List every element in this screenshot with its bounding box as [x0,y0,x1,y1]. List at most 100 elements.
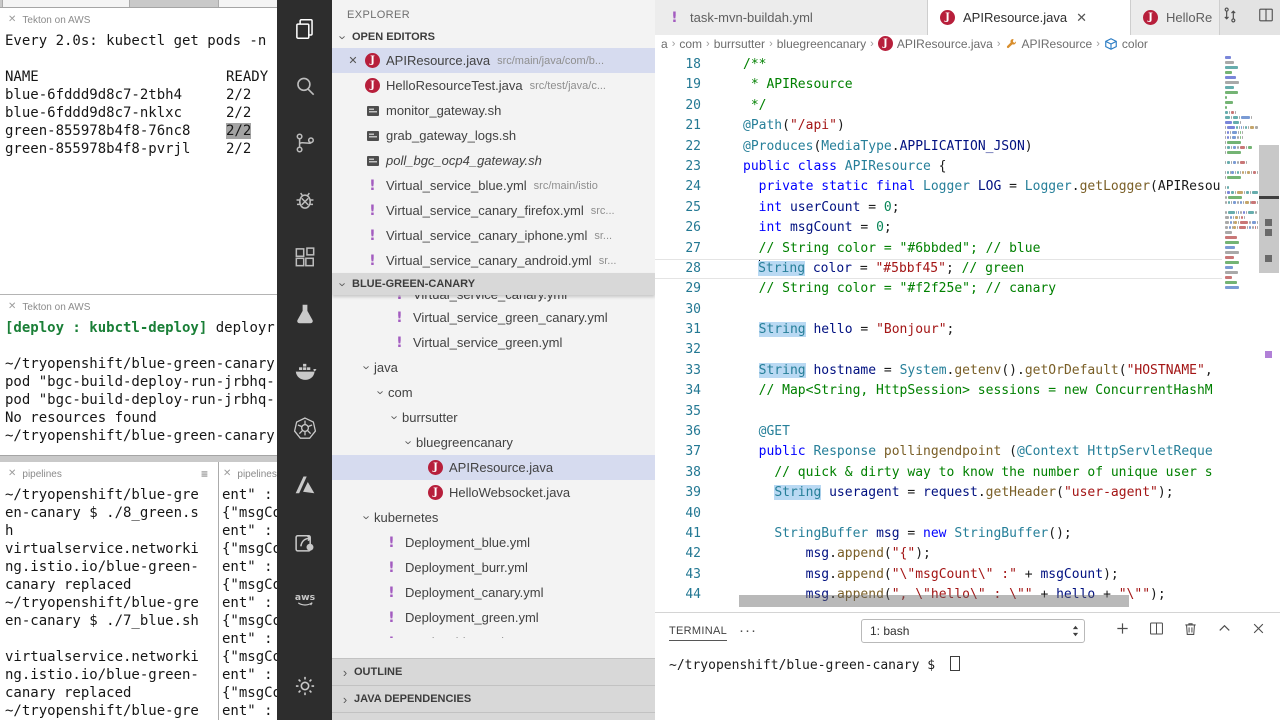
tree-item[interactable]: J HelloWebsocket.java [332,480,655,505]
tree-item[interactable]: › com [332,380,655,405]
tree-item[interactable]: !Service_blue.yml [332,630,655,639]
code-line[interactable]: 22 @Produces(MediaType.APPLICATION_JSON) [655,137,1222,157]
code-line[interactable]: 26 int msgCount = 0; [655,218,1222,238]
open-editor-item[interactable]: ✕ J APIResource.java src/main/java/com/b... [332,48,655,73]
breadcrumb-item[interactable]: bluegreencanary [777,37,866,51]
search-icon[interactable] [277,57,332,114]
code-line[interactable]: 18/** [655,55,1222,75]
code-line[interactable]: 34 // Map<String, HttpSession> sessions … [655,381,1222,401]
watch-pods-terminal[interactable]: ✕ Tekton on AWS Every 2.0s: kubectl get … [0,8,277,294]
deploy-log-terminal[interactable]: ✕ Tekton on AWS [deploy : kubctl-deploy]… [0,295,277,455]
tree-item[interactable]: ! Deployment_canary.yml [332,580,655,605]
aws-icon[interactable]: aws [277,570,332,627]
panel-more-icon[interactable]: ··· [739,622,757,639]
explorer-icon[interactable] [277,0,332,57]
kubernetes-icon[interactable] [277,399,332,456]
code-line[interactable]: 42 msg.append("{"); [655,544,1222,564]
close-icon[interactable]: ✕ [8,15,16,25]
open-editor-item[interactable]: monitor_gateway.sh [332,98,655,123]
code-line[interactable]: 19 * APIResource [655,75,1222,95]
terminal-window-tab[interactable] [218,0,279,7]
tree-item[interactable]: ! Deployment_blue.yml [332,530,655,555]
code-line[interactable]: 25 int userCount = 0; [655,198,1222,218]
tree-item[interactable]: ! Deployment_burr.yml [332,555,655,580]
minimap[interactable] [1222,52,1259,612]
terminal-panel-tab[interactable]: TERMINAL [669,625,728,641]
docker-icon[interactable] [277,342,332,399]
tree-item[interactable]: J APIResource.java [332,455,655,480]
kill-terminal-icon[interactable] [1181,619,1200,643]
code-line[interactable]: 29 // String color = "#f2f25e"; // canar… [655,279,1222,299]
tree-item[interactable]: ! Virtual_service_green_canary.yml [332,305,655,330]
split-terminal-icon[interactable] [1147,619,1166,643]
editor-tab[interactable]: ! task-mvn-buildah.yml [655,0,928,35]
code-line[interactable]: 27 // String color = "#6bbded"; // blue [655,239,1222,259]
terminal-window-tabbar[interactable] [0,0,279,8]
code-line[interactable]: 38 // quick & dirty way to know the numb… [655,463,1222,483]
code-line[interactable]: 28 String color = "#5bbf45"; // green [655,259,1222,279]
open-changes-icon[interactable] [1220,5,1240,30]
close-panel-icon[interactable] [1249,619,1268,643]
terminal-window-tab[interactable] [2,0,130,7]
close-icon[interactable]: ✕ [223,469,231,479]
open-editor-item[interactable]: ! Virtual_service_canary_firefox.yml src..… [332,198,655,223]
section-header-maven-projects[interactable]: ›MAVEN PROJECTS [332,712,655,720]
pipelines-terminal-left[interactable]: ✕ pipelines ≡ ~/tryopenshift/blue-gre en-… [0,462,218,720]
split-editor-icon[interactable] [1256,5,1276,30]
code-line[interactable]: 21 @Path("/api") [655,116,1222,136]
code-line[interactable]: 36 @GET [655,422,1222,442]
breadcrumb-item[interactable]: APIResource [1005,37,1092,51]
close-icon[interactable]: ✕ [8,302,16,312]
code-line[interactable]: 33 String hostname = System.getenv().get… [655,361,1222,381]
open-editor-item[interactable]: J HelloResourceTest.java src/test/java/c..… [332,73,655,98]
overview-ruler-scrollbar[interactable] [1258,52,1280,612]
code-lines[interactable]: 18/** 19 * APIResource 20 */21 @Path("/api"… [655,55,1222,606]
tree-item[interactable]: !Virtual_service_canary.yml [332,295,655,305]
code-editor[interactable]: 18/** 19 * APIResource 20 */21 @Path("/api"… [655,52,1280,612]
close-icon[interactable]: ✕ [1076,10,1087,26]
settings-gear-icon[interactable] [277,657,332,714]
open-editor-item[interactable]: poll_bgc_ocp4_gateway.sh [332,148,655,173]
breadcrumb-item[interactable]: burrsutter [714,37,765,51]
code-line[interactable]: 20 */ [655,96,1222,116]
extensions-icon[interactable] [277,228,332,285]
open-editor-item[interactable]: grab_gateway_logs.sh [332,123,655,148]
pipelines-terminal-right[interactable]: ✕ pipelines ent" : "{"msgCouent" : "{"ms… [219,462,277,720]
open-editors-section-header[interactable]: › OPEN EDITORS [332,26,655,48]
code-line[interactable]: 30 [655,300,1222,320]
breadcrumb-item[interactable]: color [1104,37,1148,51]
close-icon[interactable]: ✕ [345,54,361,67]
code-line[interactable]: 41 StringBuffer msg = new StringBuffer()… [655,524,1222,544]
deploy-share-icon[interactable] [277,513,332,570]
open-editor-item[interactable]: ! Virtual_service_canary_iphone.yml sr... [332,223,655,248]
open-editor-item[interactable]: ! Virtual_service_blue.yml src/main/istio [332,173,655,198]
tree-item[interactable]: › burrsutter [332,405,655,430]
debug-icon[interactable] [277,171,332,228]
shell-selector-dropdown[interactable]: 1: bash [861,618,1085,643]
horizontal-scrollbar[interactable] [701,595,1222,607]
close-icon[interactable]: ✕ [8,469,16,479]
editor-tab[interactable]: J APIResource.java ✕ [928,0,1131,35]
tree-item[interactable]: › bluegreencanary [332,430,655,455]
breadcrumb-item[interactable]: J APIResource.java [877,36,993,51]
code-line[interactable]: 39 String useragent = request.getHeader(… [655,483,1222,503]
section-header-java-dependencies[interactable]: › JAVA DEPENDENCIES [332,685,655,712]
breadcrumb-item[interactable]: a [661,37,668,51]
terminal-output[interactable]: ~/tryopenshift/blue-green-canary $ [655,648,1280,673]
tree-item[interactable]: › kubernetes [332,505,655,530]
azure-icon[interactable] [277,456,332,513]
project-section-header[interactable]: › BLUE-GREEN-CANARY [332,273,655,295]
code-line[interactable]: 40 [655,504,1222,524]
editor-tab[interactable]: J HelloRe [1131,0,1220,35]
breadcrumb-item[interactable]: com [679,37,702,51]
code-line[interactable]: 37 public Response pollingendpoint (@Con… [655,442,1222,462]
source-control-icon[interactable] [277,114,332,171]
tree-item[interactable]: ! Deployment_green.yml [332,605,655,630]
horizontal-scrollbar-thumb[interactable] [739,595,1129,607]
section-header-outline[interactable]: › OUTLINE [332,658,655,685]
open-editor-item[interactable]: ! Virtual_service_canary_android.yml sr... [332,248,655,273]
test-flask-icon[interactable] [277,285,332,342]
maximize-panel-icon[interactable] [1215,619,1234,643]
code-line[interactable]: 24 private static final Logger LOG = Log… [655,177,1222,197]
code-line[interactable]: 23 public class APIResource { [655,157,1222,177]
